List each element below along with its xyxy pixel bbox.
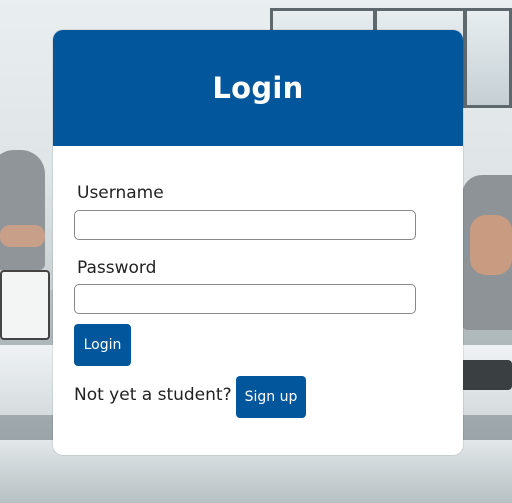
- login-card: Login Username Password Login Not yet a …: [53, 30, 463, 455]
- login-card-header: Login: [53, 30, 463, 146]
- login-title: Login: [212, 71, 304, 105]
- signup-button[interactable]: Sign up: [236, 376, 306, 418]
- window-frame-bar: [463, 11, 467, 105]
- background-person-left: [0, 150, 45, 270]
- background-machine-right: [460, 360, 512, 390]
- login-button[interactable]: Login: [74, 324, 131, 366]
- password-input[interactable]: [74, 284, 416, 314]
- background-hand-right: [470, 215, 512, 275]
- signup-prompt: Not yet a student?: [74, 385, 232, 405]
- background-device-left: [0, 270, 50, 340]
- password-label: Password: [77, 258, 157, 278]
- username-input[interactable]: [74, 210, 416, 240]
- background-arm-left: [0, 225, 45, 247]
- username-label: Username: [77, 183, 164, 203]
